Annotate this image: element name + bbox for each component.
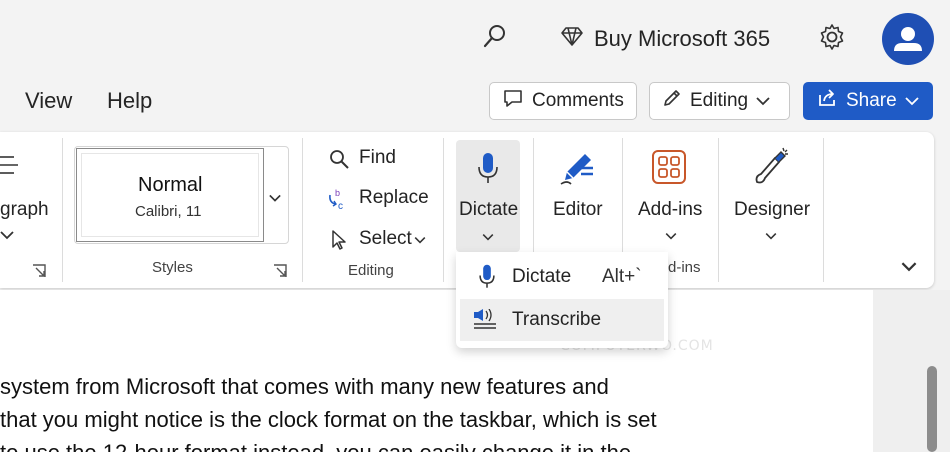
share-button[interactable]: Share [803,82,933,120]
add-ins-label: Add-ins [638,199,703,220]
microphone-icon [479,264,495,288]
editor-button[interactable]: Editor [548,140,608,230]
replace-button[interactable]: bc Replace [326,186,436,212]
transcribe-icon [474,309,496,329]
style-normal-item[interactable]: Normal Calibri, 11 [76,148,264,242]
paragraph-button[interactable]: graph [0,199,49,221]
magnifier-icon [330,150,349,169]
designer-button[interactable]: Designer [728,140,814,248]
select-button[interactable]: Select [326,227,436,253]
ribbon-divider [718,138,719,282]
find-button[interactable]: Find [326,146,426,172]
person-icon [894,27,922,51]
menu-help[interactable]: Help [107,88,152,114]
cursor-arrow-icon [332,230,346,250]
paragraph-dialog-launcher-icon[interactable] [32,264,46,278]
document-line: to use the 12-hour format instead, you c… [0,440,631,452]
styles-more-chevron-icon[interactable] [269,193,281,203]
styles-dialog-launcher-icon[interactable] [273,264,287,278]
dictate-button[interactable]: Dictate [456,140,520,252]
menu-item-shortcut: Alt+` [602,266,642,287]
designer-label: Designer [734,199,811,220]
editing-mode-button[interactable]: Editing [649,82,790,120]
chevron-down-icon [756,90,770,112]
replace-icon: bc [329,188,343,211]
replace-label: Replace [359,187,429,208]
style-font: Calibri, 11 [135,203,202,220]
chevron-down-icon [665,233,677,240]
add-ins-button[interactable]: Add-ins [634,140,710,248]
chevron-down-icon [765,233,777,240]
buy-label: Buy Microsoft 365 [594,26,771,51]
svg-text:c: c [338,201,343,211]
share-label: Share [846,90,897,111]
dictate-label: Dictate [459,199,519,220]
share-icon [816,87,838,115]
vertical-scrollbar-track[interactable] [873,290,950,452]
diamond-icon [560,24,584,54]
chevron-down-icon [414,237,426,244]
svg-text:b: b [335,188,340,198]
ribbon-divider [443,138,444,282]
ribbon-divider [62,138,63,282]
scrollbar-thumb[interactable] [927,366,937,452]
document-line: that you might notice is the clock forma… [0,407,657,432]
ribbon-expand-chevron-icon[interactable] [901,261,917,272]
find-label: Find [359,147,396,168]
editor-label: Editor [553,199,603,220]
menu-item-label: Dictate [512,266,572,287]
dictate-dropdown-menu: Dictate Alt+` Transcribe [456,252,668,348]
pencil-icon [662,88,682,114]
editing-label: Editing [690,90,749,111]
ribbon-divider [823,138,824,282]
add-ins-grid-icon [652,150,686,184]
style-name: Normal [138,174,203,196]
designer-brush-icon [755,147,788,184]
document-line: system from Microsoft that comes with ma… [0,374,609,399]
comments-label: Comments [532,90,624,111]
menu-item-label: Transcribe [512,309,602,330]
menu-item-transcribe[interactable]: Transcribe [460,299,664,341]
gear-icon[interactable] [817,22,847,52]
title-bar: Buy Microsoft 365 [0,0,950,78]
comments-button[interactable]: Comments [489,82,637,120]
add-ins-group-label: d-ins [668,259,701,276]
chevron-down-icon [482,234,494,241]
styles-group-label: Styles [152,259,193,276]
paragraph-icon [0,152,22,182]
avatar[interactable] [882,13,934,65]
search-icon[interactable] [480,22,510,52]
ribbon-divider [302,138,303,282]
select-label: Select [359,228,412,249]
menu-item-dictate[interactable]: Dictate Alt+` [460,256,664,298]
menu-view[interactable]: View [25,88,72,114]
comment-icon [502,87,524,115]
editor-pen-icon [560,154,593,185]
buy-microsoft-365-button[interactable]: Buy Microsoft 365 [560,24,770,54]
microphone-icon [478,153,498,183]
chevron-down-icon [905,90,919,112]
editing-group-label: Editing [348,262,394,279]
chevron-down-icon[interactable] [0,230,14,240]
document-canvas[interactable]: system from Microsoft that comes with ma… [0,290,873,452]
